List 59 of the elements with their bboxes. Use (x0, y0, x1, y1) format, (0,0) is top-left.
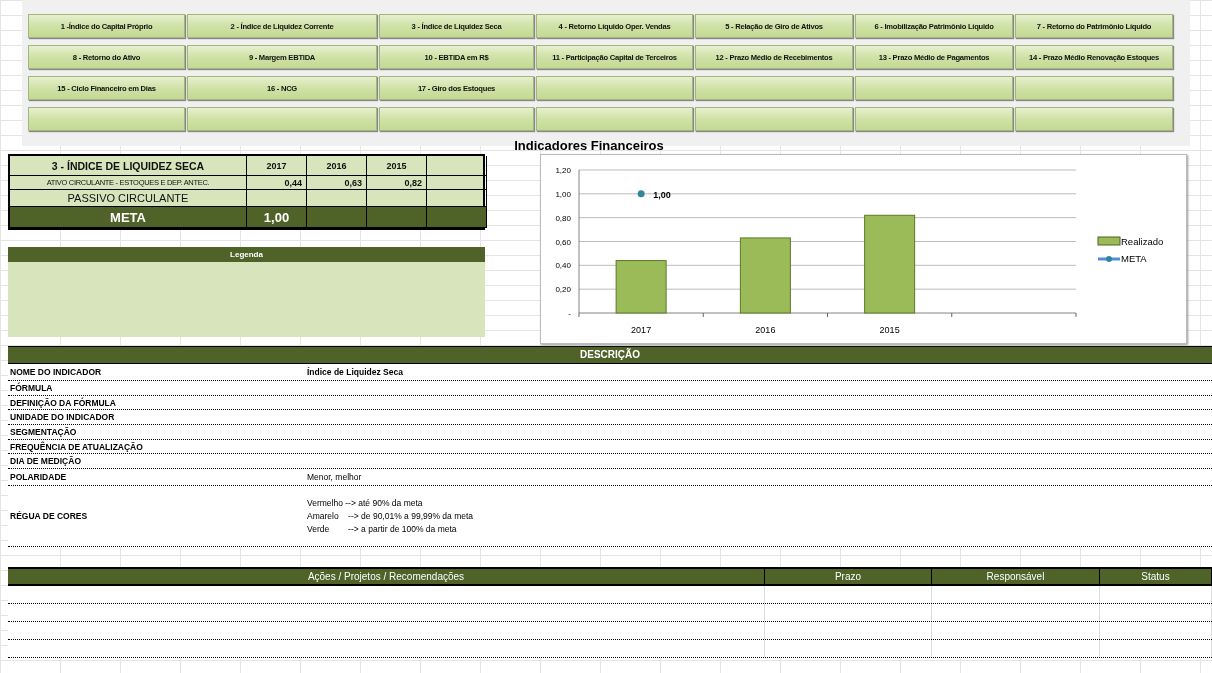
axis-category-label: 2016 (755, 325, 776, 335)
axis-tick-label: - (568, 309, 571, 318)
legend-label: Realizado (1121, 236, 1164, 247)
data-label: 1,00 (653, 189, 671, 200)
blank-button[interactable] (695, 76, 853, 100)
field-label: FÓRMULA (9, 381, 54, 395)
table-cell: 0,82 (404, 177, 422, 188)
meta-point (637, 190, 645, 198)
field-label: NOME DO INDICADOR (9, 366, 103, 379)
blank-button[interactable] (1015, 107, 1173, 131)
axis-category-label: 2017 (631, 325, 652, 335)
year-header: 2016 (326, 160, 347, 171)
color-rule-line: Vermelho --> até 90% da meta (307, 498, 424, 509)
blank-button[interactable] (855, 107, 1013, 131)
blank-button[interactable] (695, 107, 853, 131)
denominator-label: PASSIVO CIRCULANTE (67, 192, 189, 204)
blank-button[interactable] (187, 107, 377, 131)
column-header: Status (1100, 569, 1212, 585)
blank-button[interactable] (855, 76, 1013, 100)
field-label: UNIDADE DO INDICADOR (9, 411, 116, 425)
field-label: SEGMENTAÇÃO (9, 425, 78, 439)
blank-button[interactable] (1015, 76, 1173, 100)
axis-tick-label: 0,60 (555, 237, 571, 247)
color-rule-line: Amarelo --> de 90,01% a 99,99% da meta (307, 511, 475, 522)
legend-line-icon (1098, 256, 1120, 262)
axis-tick-label: 0,20 (555, 285, 571, 295)
table-title: 3 - ÍNDICE DE LIQUIDEZ SECA (51, 159, 205, 172)
field-label: FREQUÊNCIA DE ATUALIZAÇÃO (9, 440, 144, 454)
year-header: 2015 (386, 160, 407, 171)
legend-label: META (1121, 253, 1147, 264)
axis-tick-label: 1,20 (555, 166, 571, 175)
field-label: POLARIDADE (9, 471, 68, 485)
blank-button[interactable] (536, 76, 693, 100)
meta-value: 1,00 (263, 209, 290, 225)
field-label: DEFINIÇÃO DA FÓRMULA (9, 396, 117, 410)
field-value: Menor, melhor (307, 472, 363, 483)
blank-button[interactable] (379, 107, 534, 131)
year-header: 2017 (266, 160, 287, 171)
color-rule-line: Verde --> a partir de 100% da meta (307, 524, 458, 535)
bar (615, 260, 667, 314)
axis-tick-label: 0,40 (555, 261, 571, 271)
column-header: Ações / Projetos / Recomendações (8, 569, 765, 585)
axis-tick-label: 1,00 (555, 189, 571, 199)
field-label: RÉGUA DE CORES (9, 510, 89, 524)
column-header: Prazo (765, 569, 932, 585)
section-header: DESCRIÇÃO (8, 346, 1212, 364)
field-value: Índice de Liquidez Seca (307, 367, 404, 377)
field-label: DIA DE MEDIÇÃO (9, 455, 82, 469)
axis-category-label: 2015 (879, 325, 900, 335)
page-title: Indicadores Financeiros (513, 138, 665, 153)
table-cell: 0,63 (344, 177, 362, 188)
table-cell: 0,44 (284, 177, 302, 188)
legend-swatch (1097, 236, 1121, 246)
column-header: Responsável (932, 569, 1100, 585)
blank-button[interactable] (28, 107, 185, 131)
meta-label: META (110, 209, 146, 225)
blank-button[interactable] (536, 107, 693, 131)
axis-tick-label: 0,80 (555, 213, 571, 223)
legend-header: Legenda (8, 247, 485, 262)
